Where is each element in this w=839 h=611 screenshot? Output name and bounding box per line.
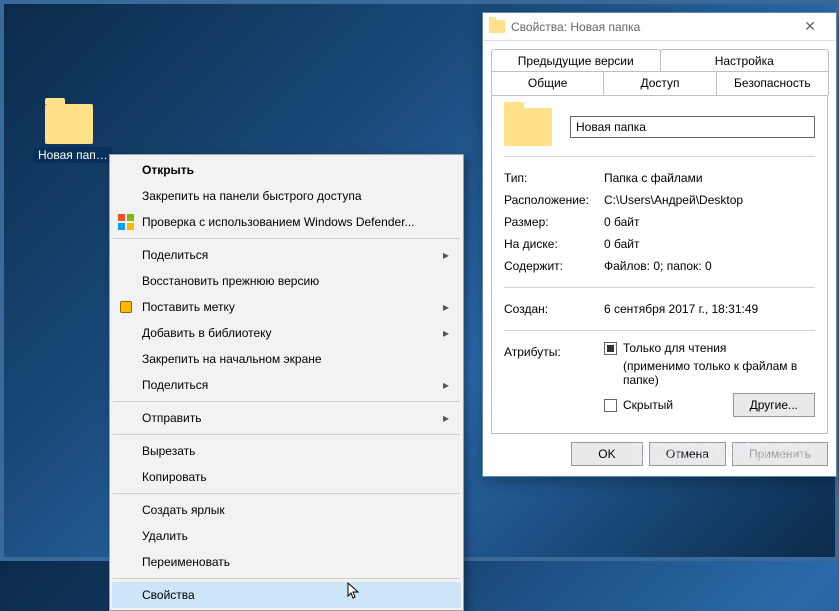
divider bbox=[504, 156, 815, 157]
cm-pin-quick[interactable]: Закрепить на панели быстрого доступа bbox=[112, 183, 461, 209]
cm-share2[interactable]: Поделиться ▸ bbox=[112, 372, 461, 398]
cm-share2-label: Поделиться bbox=[142, 378, 208, 392]
readonly-checkbox[interactable] bbox=[604, 342, 617, 355]
hidden-checkbox[interactable] bbox=[604, 399, 617, 412]
cm-send-label: Отправить bbox=[142, 411, 202, 425]
size-label: Размер: bbox=[504, 215, 604, 229]
cm-separator bbox=[113, 434, 460, 435]
tab-previous-versions[interactable]: Предыдущие версии bbox=[491, 49, 661, 72]
cm-properties-label: Свойства bbox=[142, 588, 195, 602]
tab-content: Тип:Папка с файлами Расположение:C:\User… bbox=[491, 95, 828, 434]
cm-separator bbox=[113, 578, 460, 579]
ok-button[interactable]: OK bbox=[571, 442, 643, 466]
chevron-right-icon: ▸ bbox=[443, 378, 449, 392]
cursor-icon bbox=[347, 582, 361, 600]
cm-share[interactable]: Поделиться ▸ bbox=[112, 242, 461, 268]
apply-button[interactable]: Применить bbox=[732, 442, 828, 466]
chevron-right-icon: ▸ bbox=[443, 411, 449, 425]
cm-restore[interactable]: Восстановить прежнюю версию bbox=[112, 268, 461, 294]
folder-icon bbox=[504, 108, 552, 146]
contains-label: Содержит: bbox=[504, 259, 604, 273]
location-label: Расположение: bbox=[504, 193, 604, 207]
context-menu: Открыть Закрепить на панели быстрого дос… bbox=[109, 154, 464, 611]
cm-delete[interactable]: Удалить bbox=[112, 523, 461, 549]
tab-access[interactable]: Доступ bbox=[603, 71, 716, 95]
cm-open[interactable]: Открыть bbox=[112, 157, 461, 183]
cm-tag-label: Поставить метку bbox=[142, 300, 235, 314]
chevron-right-icon: ▸ bbox=[443, 326, 449, 340]
cm-separator bbox=[113, 238, 460, 239]
size-value: 0 байт bbox=[604, 215, 815, 229]
cm-tag[interactable]: Поставить метку ▸ bbox=[112, 294, 461, 320]
close-button[interactable]: ✕ bbox=[790, 13, 830, 41]
cm-delete-label: Удалить bbox=[142, 529, 188, 543]
cm-pin-start[interactable]: Закрепить на начальном экране bbox=[112, 346, 461, 372]
cm-cut[interactable]: Вырезать bbox=[112, 438, 461, 464]
tab-general[interactable]: Общие bbox=[491, 71, 604, 95]
cm-separator bbox=[113, 493, 460, 494]
cm-library-label: Добавить в библиотеку bbox=[142, 326, 272, 340]
cm-defender-label: Проверка с использованием Windows Defend… bbox=[142, 215, 415, 229]
cm-shortcut[interactable]: Создать ярлык bbox=[112, 497, 461, 523]
other-attributes-button[interactable]: Другие... bbox=[733, 393, 815, 417]
disk-value: 0 байт bbox=[604, 237, 815, 251]
cm-defender[interactable]: Проверка с использованием Windows Defend… bbox=[112, 209, 461, 235]
tab-settings[interactable]: Настройка bbox=[660, 49, 830, 72]
chevron-right-icon: ▸ bbox=[443, 248, 449, 262]
desktop-folder-label: Новая пап… bbox=[34, 147, 112, 163]
cm-rename[interactable]: Переименовать bbox=[112, 549, 461, 575]
contains-value: Файлов: 0; папок: 0 bbox=[604, 259, 815, 273]
readonly-label: Только для чтения bbox=[623, 341, 726, 355]
cm-copy[interactable]: Копировать bbox=[112, 464, 461, 490]
folder-icon bbox=[489, 20, 505, 33]
tag-icon bbox=[118, 299, 134, 315]
disk-label: На диске: bbox=[504, 237, 604, 251]
cancel-button[interactable]: Отмена bbox=[649, 442, 726, 466]
cm-properties[interactable]: Свойства bbox=[112, 582, 461, 608]
readonly-note: (применимо только к файлам в папке) bbox=[623, 359, 815, 387]
cm-pin-quick-label: Закрепить на панели быстрого доступа bbox=[142, 189, 362, 203]
divider bbox=[504, 287, 815, 288]
desktop-folder-icon[interactable]: Новая пап… bbox=[34, 104, 104, 162]
folder-name-input[interactable] bbox=[570, 116, 815, 138]
location-value: C:\Users\Андрей\Desktop bbox=[604, 193, 815, 207]
divider bbox=[504, 330, 815, 331]
attributes-label: Атрибуты: bbox=[504, 341, 604, 417]
cm-separator bbox=[113, 401, 460, 402]
created-value: 6 сентября 2017 г., 18:31:49 bbox=[604, 302, 815, 316]
cm-rename-label: Переименовать bbox=[142, 555, 230, 569]
cm-copy-label: Копировать bbox=[142, 470, 207, 484]
cm-share-label: Поделиться bbox=[142, 248, 208, 262]
cm-shortcut-label: Создать ярлык bbox=[142, 503, 225, 517]
cm-library[interactable]: Добавить в библиотеку ▸ bbox=[112, 320, 461, 346]
type-label: Тип: bbox=[504, 171, 604, 185]
chevron-right-icon: ▸ bbox=[443, 300, 449, 314]
dialog-titlebar[interactable]: Свойства: Новая папка ✕ bbox=[483, 13, 836, 41]
cm-cut-label: Вырезать bbox=[142, 444, 195, 458]
cm-pin-start-label: Закрепить на начальном экране bbox=[142, 352, 322, 366]
cm-send[interactable]: Отправить ▸ bbox=[112, 405, 461, 431]
dialog-title: Свойства: Новая папка bbox=[511, 20, 790, 34]
cm-open-label: Открыть bbox=[142, 163, 194, 177]
created-label: Создан: bbox=[504, 302, 604, 316]
defender-shield-icon bbox=[118, 214, 134, 230]
hidden-label: Скрытый bbox=[623, 398, 673, 412]
cm-restore-label: Восстановить прежнюю версию bbox=[142, 274, 319, 288]
tab-strip: Предыдущие версии Настройка Общие Доступ… bbox=[483, 41, 836, 95]
properties-dialog: Свойства: Новая папка ✕ Предыдущие верси… bbox=[482, 12, 837, 477]
tab-security[interactable]: Безопасность bbox=[716, 71, 829, 95]
folder-icon bbox=[45, 104, 93, 144]
type-value: Папка с файлами bbox=[604, 171, 815, 185]
